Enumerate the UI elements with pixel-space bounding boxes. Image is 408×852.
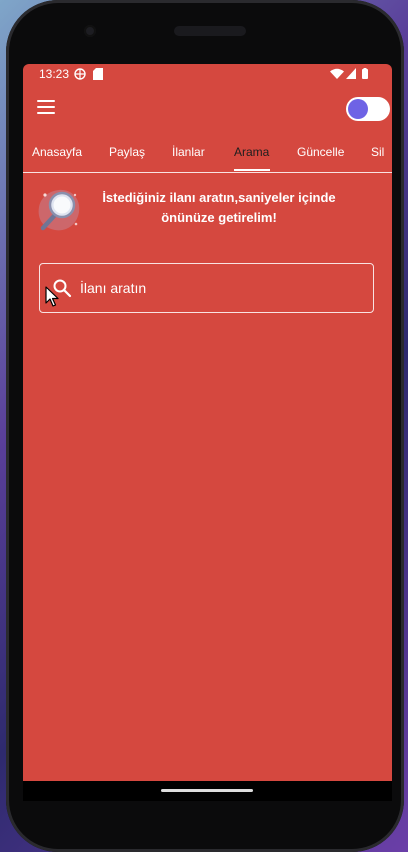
toggle-knob: [348, 99, 368, 119]
earpiece-speaker: [174, 26, 246, 36]
front-camera: [84, 25, 96, 37]
search-input[interactable]: [80, 276, 360, 300]
tab-sil[interactable]: Sil: [371, 145, 384, 159]
sd-card-icon: [93, 68, 103, 80]
active-tab-indicator: [234, 169, 270, 171]
app-screen: 13:23 Anasayfa Paylaş İlanlar Arama Günc…: [23, 64, 392, 781]
magnifier-illustration-icon: [38, 189, 80, 231]
mouse-pointer-icon: [45, 286, 59, 307]
tab-ilanlar[interactable]: İlanlar: [172, 145, 205, 159]
app-bar: [23, 86, 392, 132]
tab-paylas[interactable]: Paylaş: [109, 145, 145, 159]
search-banner-text: İstediğiniz ilanı aratın,saniyeler içind…: [89, 188, 349, 228]
banner-line-2: önünüze getirelim!: [161, 210, 277, 225]
status-bar: 13:23: [23, 64, 392, 86]
search-field[interactable]: [39, 263, 374, 313]
tab-bar: Anasayfa Paylaş İlanlar Arama Güncelle S…: [23, 132, 392, 173]
signal-icon: [346, 68, 356, 79]
vpn-globe-icon: [74, 68, 86, 80]
tab-guncelle[interactable]: Güncelle: [297, 145, 344, 159]
home-gesture-bar[interactable]: [161, 789, 253, 792]
theme-toggle-switch[interactable]: [346, 97, 390, 121]
banner-line-1: İstediğiniz ilanı aratın,saniyeler içind…: [102, 190, 336, 205]
tab-arama[interactable]: Arama: [234, 145, 269, 159]
wifi-icon: [330, 68, 344, 79]
tab-anasayfa[interactable]: Anasayfa: [32, 145, 82, 159]
hamburger-menu-icon[interactable]: [37, 100, 55, 114]
status-time: 13:23: [39, 67, 70, 81]
battery-icon: [362, 68, 368, 79]
